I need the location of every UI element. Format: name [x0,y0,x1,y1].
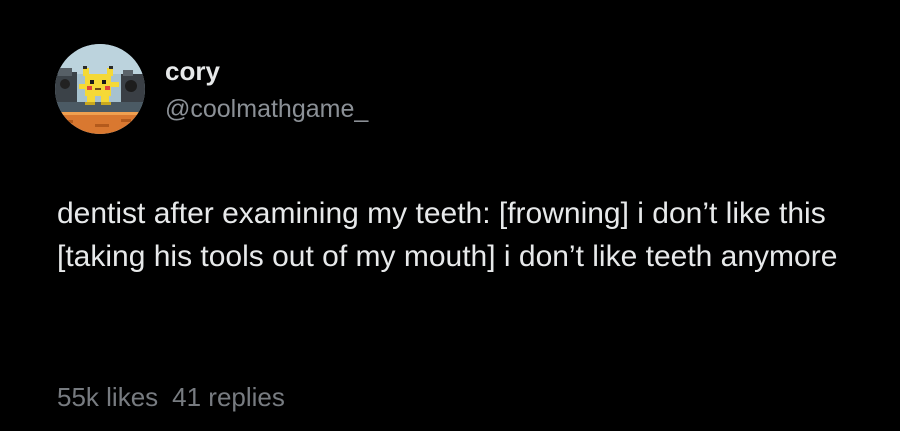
post-card: cory @coolmathgame_ dentist after examin… [0,0,900,431]
author-display-name[interactable]: cory [165,56,368,86]
author-handle[interactable]: @coolmathgame_ [165,94,368,124]
likes-count[interactable]: 55k likes [57,382,158,412]
author-block: cory @coolmathgame_ [165,56,368,124]
avatar[interactable] [55,44,145,134]
post-text: dentist after examining my teeth: [frown… [57,197,838,273]
post-stats: 55k likes 41 replies [57,381,285,413]
avatar-pixel-art-icon [55,44,145,134]
replies-count[interactable]: 41 replies [172,382,285,412]
